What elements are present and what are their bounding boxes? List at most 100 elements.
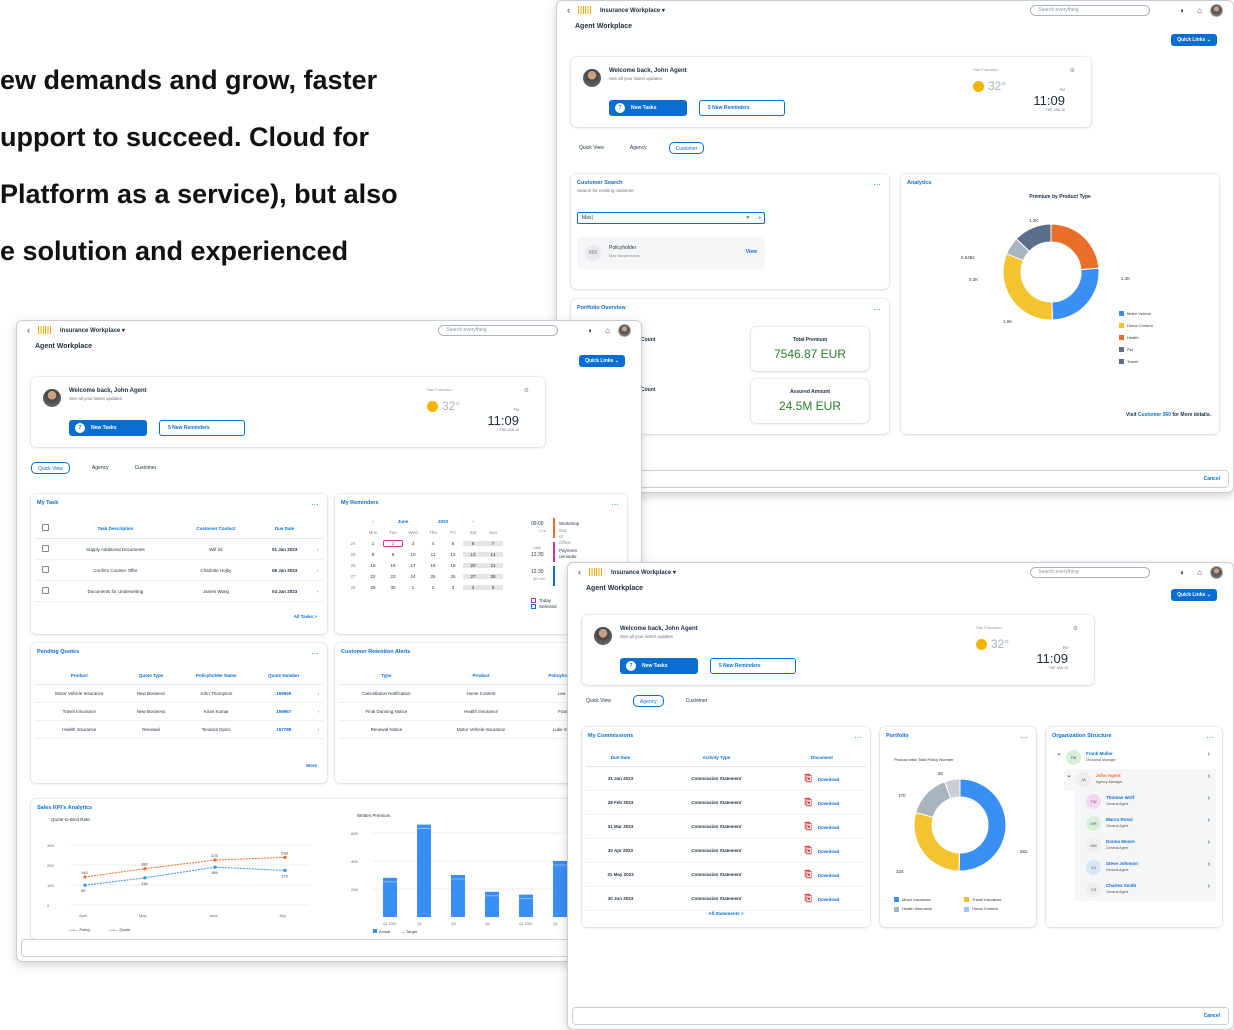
more-icon[interactable]: … xyxy=(1206,731,1214,740)
chevron-right-icon[interactable]: › xyxy=(312,559,323,581)
quick-links-button[interactable]: Quick Links ⌄ xyxy=(1171,34,1217,46)
chevron-right-icon[interactable]: › xyxy=(1208,883,1210,890)
calendar-day[interactable]: 18 xyxy=(423,563,443,568)
product-menu[interactable]: Insurance Workplace ▾ xyxy=(600,7,665,14)
chevron-right-icon[interactable]: › xyxy=(313,684,323,703)
back-icon[interactable]: ‹ xyxy=(578,567,581,577)
calendar-day[interactable]: 24 xyxy=(403,574,423,579)
calendar[interactable]: ‹ June 2023 › Mon Tue Wed Thu Fri Sat Sun 24 1 2 3 4 5 6… xyxy=(343,516,503,593)
download-link[interactable]: Download xyxy=(818,849,840,854)
chevron-right-icon[interactable]: › xyxy=(312,580,323,602)
calendar-day[interactable]: 11 xyxy=(423,552,443,557)
download-link[interactable]: Download xyxy=(818,825,840,830)
chevron-down-icon[interactable]: ⌄ xyxy=(1066,771,1072,779)
tab-customer[interactable]: Customer xyxy=(682,695,712,707)
calendar-day[interactable]: 9 xyxy=(383,552,403,557)
chevron-right-icon[interactable]: › xyxy=(313,720,323,739)
settings-icon[interactable]: ⚙ xyxy=(524,387,529,394)
settings-icon[interactable]: ⚙ xyxy=(1073,625,1078,632)
org-person[interactable]: SJ Steve Johnson General Agent › xyxy=(1074,857,1216,879)
calendar-day[interactable]: 26 xyxy=(443,574,463,579)
calendar-day[interactable]: 14 xyxy=(483,552,503,557)
download-link[interactable]: Download xyxy=(818,873,840,878)
calendar-day[interactable]: 16 xyxy=(383,563,403,568)
chevron-right-icon[interactable]: › xyxy=(1208,773,1210,780)
calendar-day[interactable]: 5 xyxy=(443,541,463,546)
avatar[interactable] xyxy=(1210,565,1223,579)
tab-agency[interactable]: Agency xyxy=(626,142,651,154)
calendar-day[interactable]: 29 xyxy=(363,585,383,590)
avatar[interactable] xyxy=(618,323,631,337)
chevron-right-icon[interactable]: › xyxy=(312,538,323,560)
customer-search-input[interactable]: Max| ✕ ⌕ xyxy=(577,212,765,224)
all-tasks-link[interactable]: All Tasks > xyxy=(294,614,317,619)
tab-agency[interactable]: Agency xyxy=(88,462,113,474)
notification-icon[interactable]: ◐ xyxy=(1180,568,1185,577)
more-icon[interactable]: … xyxy=(1020,731,1028,740)
org-person[interactable]: MR Marco Rossi General Agent › xyxy=(1074,813,1216,835)
calendar-day[interactable]: 25 xyxy=(423,574,443,579)
download-link[interactable]: Download xyxy=(818,777,840,782)
notification-icon[interactable]: ◐ xyxy=(588,326,593,335)
tab-customer[interactable]: Customer xyxy=(131,462,161,474)
search-input[interactable]: Search everything xyxy=(1030,566,1151,578)
more-icon[interactable]: … xyxy=(611,498,619,507)
view-link[interactable]: View xyxy=(746,249,757,255)
calendar-day[interactable]: 3 xyxy=(443,585,463,590)
chevron-right-icon[interactable]: › xyxy=(1208,795,1210,802)
more-icon[interactable]: … xyxy=(854,731,862,740)
row-checkbox[interactable] xyxy=(41,566,49,573)
row-checkbox[interactable] xyxy=(41,587,49,594)
tab-agency[interactable]: Agency xyxy=(632,695,664,707)
settings-icon[interactable]: ⚙ xyxy=(1070,67,1075,74)
avatar[interactable] xyxy=(1210,3,1223,17)
chevron-right-icon[interactable]: › xyxy=(1208,839,1210,846)
all-statements-link[interactable]: All Statements > xyxy=(582,911,870,916)
product-menu[interactable]: Insurance Workplace ▾ xyxy=(60,327,125,334)
back-icon[interactable]: ‹ xyxy=(27,325,30,335)
calendar-day[interactable]: 1 xyxy=(363,541,383,546)
row-checkbox[interactable] xyxy=(41,545,49,552)
calendar-day[interactable]: 28 xyxy=(483,574,503,579)
new-reminders-button[interactable]: 5 New Reminders xyxy=(710,658,796,674)
product-menu[interactable]: Insurance Workplace ▾ xyxy=(611,569,676,576)
quick-links-button[interactable]: Quick Links ⌄ xyxy=(1171,589,1217,601)
table-cell[interactable]: 157788 xyxy=(253,720,314,739)
calendar-day[interactable]: 23 xyxy=(383,574,403,579)
calendar-day[interactable]: 7 xyxy=(483,541,503,546)
download-link[interactable]: Download xyxy=(818,897,840,902)
calendar-day[interactable]: 4 xyxy=(463,585,483,590)
org-person[interactable]: JA John Agent Agency Manager › ⌄ xyxy=(1064,769,1216,791)
more-icon[interactable]: … xyxy=(873,303,881,312)
calendar-day[interactable]: 20 xyxy=(463,563,483,568)
calendar-day[interactable]: 21 xyxy=(483,563,503,568)
chevron-right-icon[interactable]: › xyxy=(1208,861,1210,868)
calendar-day[interactable]: 1 xyxy=(403,585,423,590)
new-tasks-button[interactable]: 7 New Tasks xyxy=(609,100,687,116)
search-input[interactable]: Search everything xyxy=(1030,4,1151,16)
calendar-day[interactable]: 2 xyxy=(423,585,443,590)
calendar-day[interactable]: 5 xyxy=(483,585,503,590)
new-tasks-button[interactable]: 7 New Tasks xyxy=(69,420,147,436)
download-link[interactable]: Download xyxy=(818,801,840,806)
tab-customer[interactable]: Customer xyxy=(668,142,705,154)
table-cell[interactable]: 159967 xyxy=(253,702,314,721)
calendar-day[interactable]: 8 xyxy=(363,552,383,557)
chevron-right-icon[interactable]: › xyxy=(313,702,323,721)
more-icon[interactable]: … xyxy=(873,178,881,187)
tab-quick-view[interactable]: Quick View xyxy=(31,462,70,474)
back-icon[interactable]: ‹ xyxy=(567,5,570,15)
more-link[interactable]: More xyxy=(306,763,317,768)
bell-icon[interactable]: ⌂ xyxy=(605,326,610,335)
customer-360-link[interactable]: Customer 360 xyxy=(1138,412,1171,418)
chevron-down-icon[interactable]: ⌄ xyxy=(1056,749,1062,757)
new-reminders-button[interactable]: 5 New Reminders xyxy=(699,100,785,116)
tab-quick-view[interactable]: Quick View xyxy=(582,695,615,707)
org-person[interactable]: DM Donna Moore General Agent › xyxy=(1074,835,1216,857)
calendar-day[interactable]: 19 xyxy=(443,563,463,568)
more-icon[interactable]: … xyxy=(311,498,319,507)
org-person[interactable]: CS Charles Smith General Agent › xyxy=(1074,879,1216,901)
calendar-day[interactable]: 27 xyxy=(463,574,483,579)
tab-quick-view[interactable]: Quick View xyxy=(575,142,608,154)
notification-icon[interactable]: ◐ xyxy=(1180,6,1185,15)
